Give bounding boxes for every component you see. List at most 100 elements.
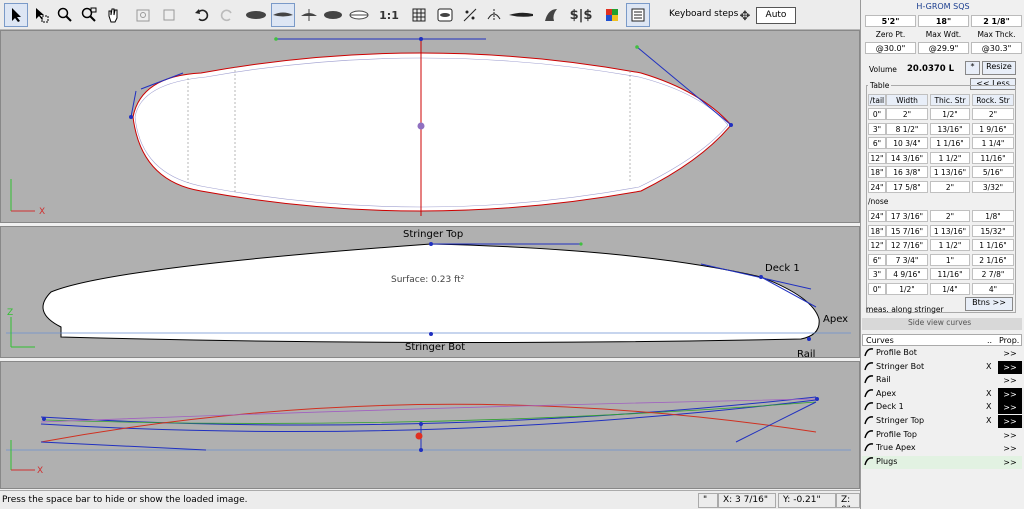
bottom-view-icon[interactable] [321,3,345,27]
table-cell[interactable]: 7 3/4" [886,253,928,266]
curve-prop-button[interactable]: >> [998,415,1022,428]
table-cell[interactable]: 1 1/2" [930,239,970,252]
fin-icon[interactable] [539,3,563,27]
side-canvas[interactable]: Stringer Top Stringer Bot Surface: 0.23 … [1,227,859,357]
stringer-icon[interactable] [507,3,535,27]
volume-value: 20.0370 L [907,64,955,74]
move-icon[interactable]: ✥ [733,4,757,28]
table-cell[interactable]: 1 13/16" [930,166,970,179]
zoom-icon[interactable] [53,3,77,27]
curve-prop-button[interactable]: >> [998,401,1022,415]
outline-view-icon[interactable] [244,3,268,27]
curve-row[interactable]: Rail >> [862,374,1022,387]
curve-prop-button[interactable]: >> [998,374,1022,387]
curve-row[interactable]: Deck 1 X >> [862,401,1022,415]
redo-icon[interactable] [215,3,239,27]
image-icon[interactable] [433,3,457,27]
table-cell[interactable]: 4 9/16" [886,268,928,281]
curve-row[interactable]: Profile Top >> [862,429,1022,442]
select-icon[interactable] [29,3,53,27]
curve-row[interactable]: Plugs >> [862,455,1022,469]
color-icon[interactable] [600,3,624,27]
table-cell[interactable]: 3/32" [972,181,1014,193]
side-view[interactable]: Stringer Top Stringer Bot Surface: 0.23 … [0,226,860,358]
measure-icon[interactable] [458,3,482,27]
slice-icon[interactable] [482,3,506,27]
curve-visible-mark[interactable]: X [986,416,991,425]
table-cell[interactable]: 1 1/2" [930,151,970,164]
curve-row[interactable]: True Apex >> [862,442,1022,455]
table-cell[interactable]: 1/2" [886,283,928,295]
curve-prop-button[interactable]: >> [998,429,1022,442]
table-cell[interactable]: 2" [886,108,928,120]
table-cell[interactable]: 1 9/16" [972,122,1014,135]
undo-icon[interactable] [190,3,214,27]
pointer-icon[interactable] [4,3,28,27]
table-cell[interactable]: 2" [930,181,970,193]
table-cell[interactable]: 17 5/8" [886,181,928,193]
table-cell[interactable]: 5/16" [972,166,1014,179]
curve-row[interactable]: Apex X >> [862,387,1022,401]
table-cell[interactable]: 2" [972,108,1014,120]
auto-button[interactable]: Auto [756,7,796,24]
dollar-icon[interactable]: $|$ [569,3,593,27]
resize-button[interactable]: Resize [982,61,1016,75]
profile-view[interactable]: X [0,361,860,489]
curve-prop-button[interactable]: >> [998,347,1022,360]
crop-icon[interactable] [157,3,181,27]
table-cell[interactable]: 1/8" [972,210,1014,222]
curve-prop-button[interactable]: >> [998,360,1022,374]
cross-section-icon[interactable] [297,3,321,27]
snapshot-icon[interactable] [131,3,155,27]
table-cell[interactable]: 2" [930,210,970,222]
profile-canvas[interactable]: X [1,362,859,488]
board-3d-icon[interactable] [347,3,371,27]
table-cell[interactable]: 15 7/16" [886,224,928,237]
max-width-value[interactable]: @29.9" [918,42,969,54]
max-thickness-value[interactable]: @30.3" [971,42,1022,54]
table-cell[interactable]: 2 7/8" [972,268,1014,281]
outline-canvas[interactable]: X [1,31,859,222]
table-cell[interactable]: 15/32" [972,224,1014,237]
curve-visible-mark[interactable]: X [986,402,991,411]
table-cell[interactable]: 8 1/2" [886,122,928,135]
scale-button[interactable]: 1:1 [376,3,402,27]
length-value[interactable]: 5'2" [865,15,916,27]
table-cell[interactable]: 4" [972,283,1014,295]
table-cell[interactable]: 1 13/16" [930,224,970,237]
curve-row[interactable]: Profile Bot >> [862,347,1022,360]
width-value[interactable]: 18" [918,15,969,27]
table-cell[interactable]: 13/16" [930,122,970,135]
curve-prop-button[interactable]: >> [998,456,1022,469]
curve-visible-mark[interactable]: X [986,362,991,371]
table-cell[interactable]: 16 3/8" [886,166,928,179]
table-cell[interactable]: 1 1/4" [972,137,1014,150]
table-cell[interactable]: 1/4" [930,283,970,295]
curve-prop-button[interactable]: >> [998,387,1022,401]
table-cell[interactable]: 1 1/16" [930,137,970,150]
curve-row[interactable]: Stringer Bot X >> [862,360,1022,374]
table-cell[interactable]: 17 3/16" [886,210,928,222]
curve-row[interactable]: Stringer Top X >> [862,415,1022,428]
volume-star-button[interactable]: * [965,61,980,75]
panel-icon[interactable] [626,3,650,27]
zoom-window-icon[interactable] [77,3,101,27]
table-cell[interactable]: 1" [930,253,970,266]
side-view-icon[interactable] [271,3,295,27]
curve-visible-mark[interactable]: X [986,389,991,398]
zero-pt-value[interactable]: @30.0" [865,42,916,54]
table-cell[interactable]: 1 1/16" [972,239,1014,252]
table-cell[interactable]: 10 3/4" [886,137,928,150]
table-cell[interactable]: 12 7/16" [886,239,928,252]
table-cell[interactable]: 14 3/16" [886,151,928,164]
btns-button[interactable]: Btns >> [965,297,1013,311]
table-cell[interactable]: 11/16" [930,268,970,281]
grid-icon[interactable] [407,3,431,27]
table-cell[interactable]: 1/2" [930,108,970,120]
thickness-value[interactable]: 2 1/8" [971,15,1022,27]
table-cell[interactable]: 11/16" [972,151,1014,164]
table-cell[interactable]: 2 1/16" [972,253,1014,266]
outline-view[interactable]: X [0,30,860,223]
pan-icon[interactable] [101,3,125,27]
curve-prop-button[interactable]: >> [998,442,1022,455]
